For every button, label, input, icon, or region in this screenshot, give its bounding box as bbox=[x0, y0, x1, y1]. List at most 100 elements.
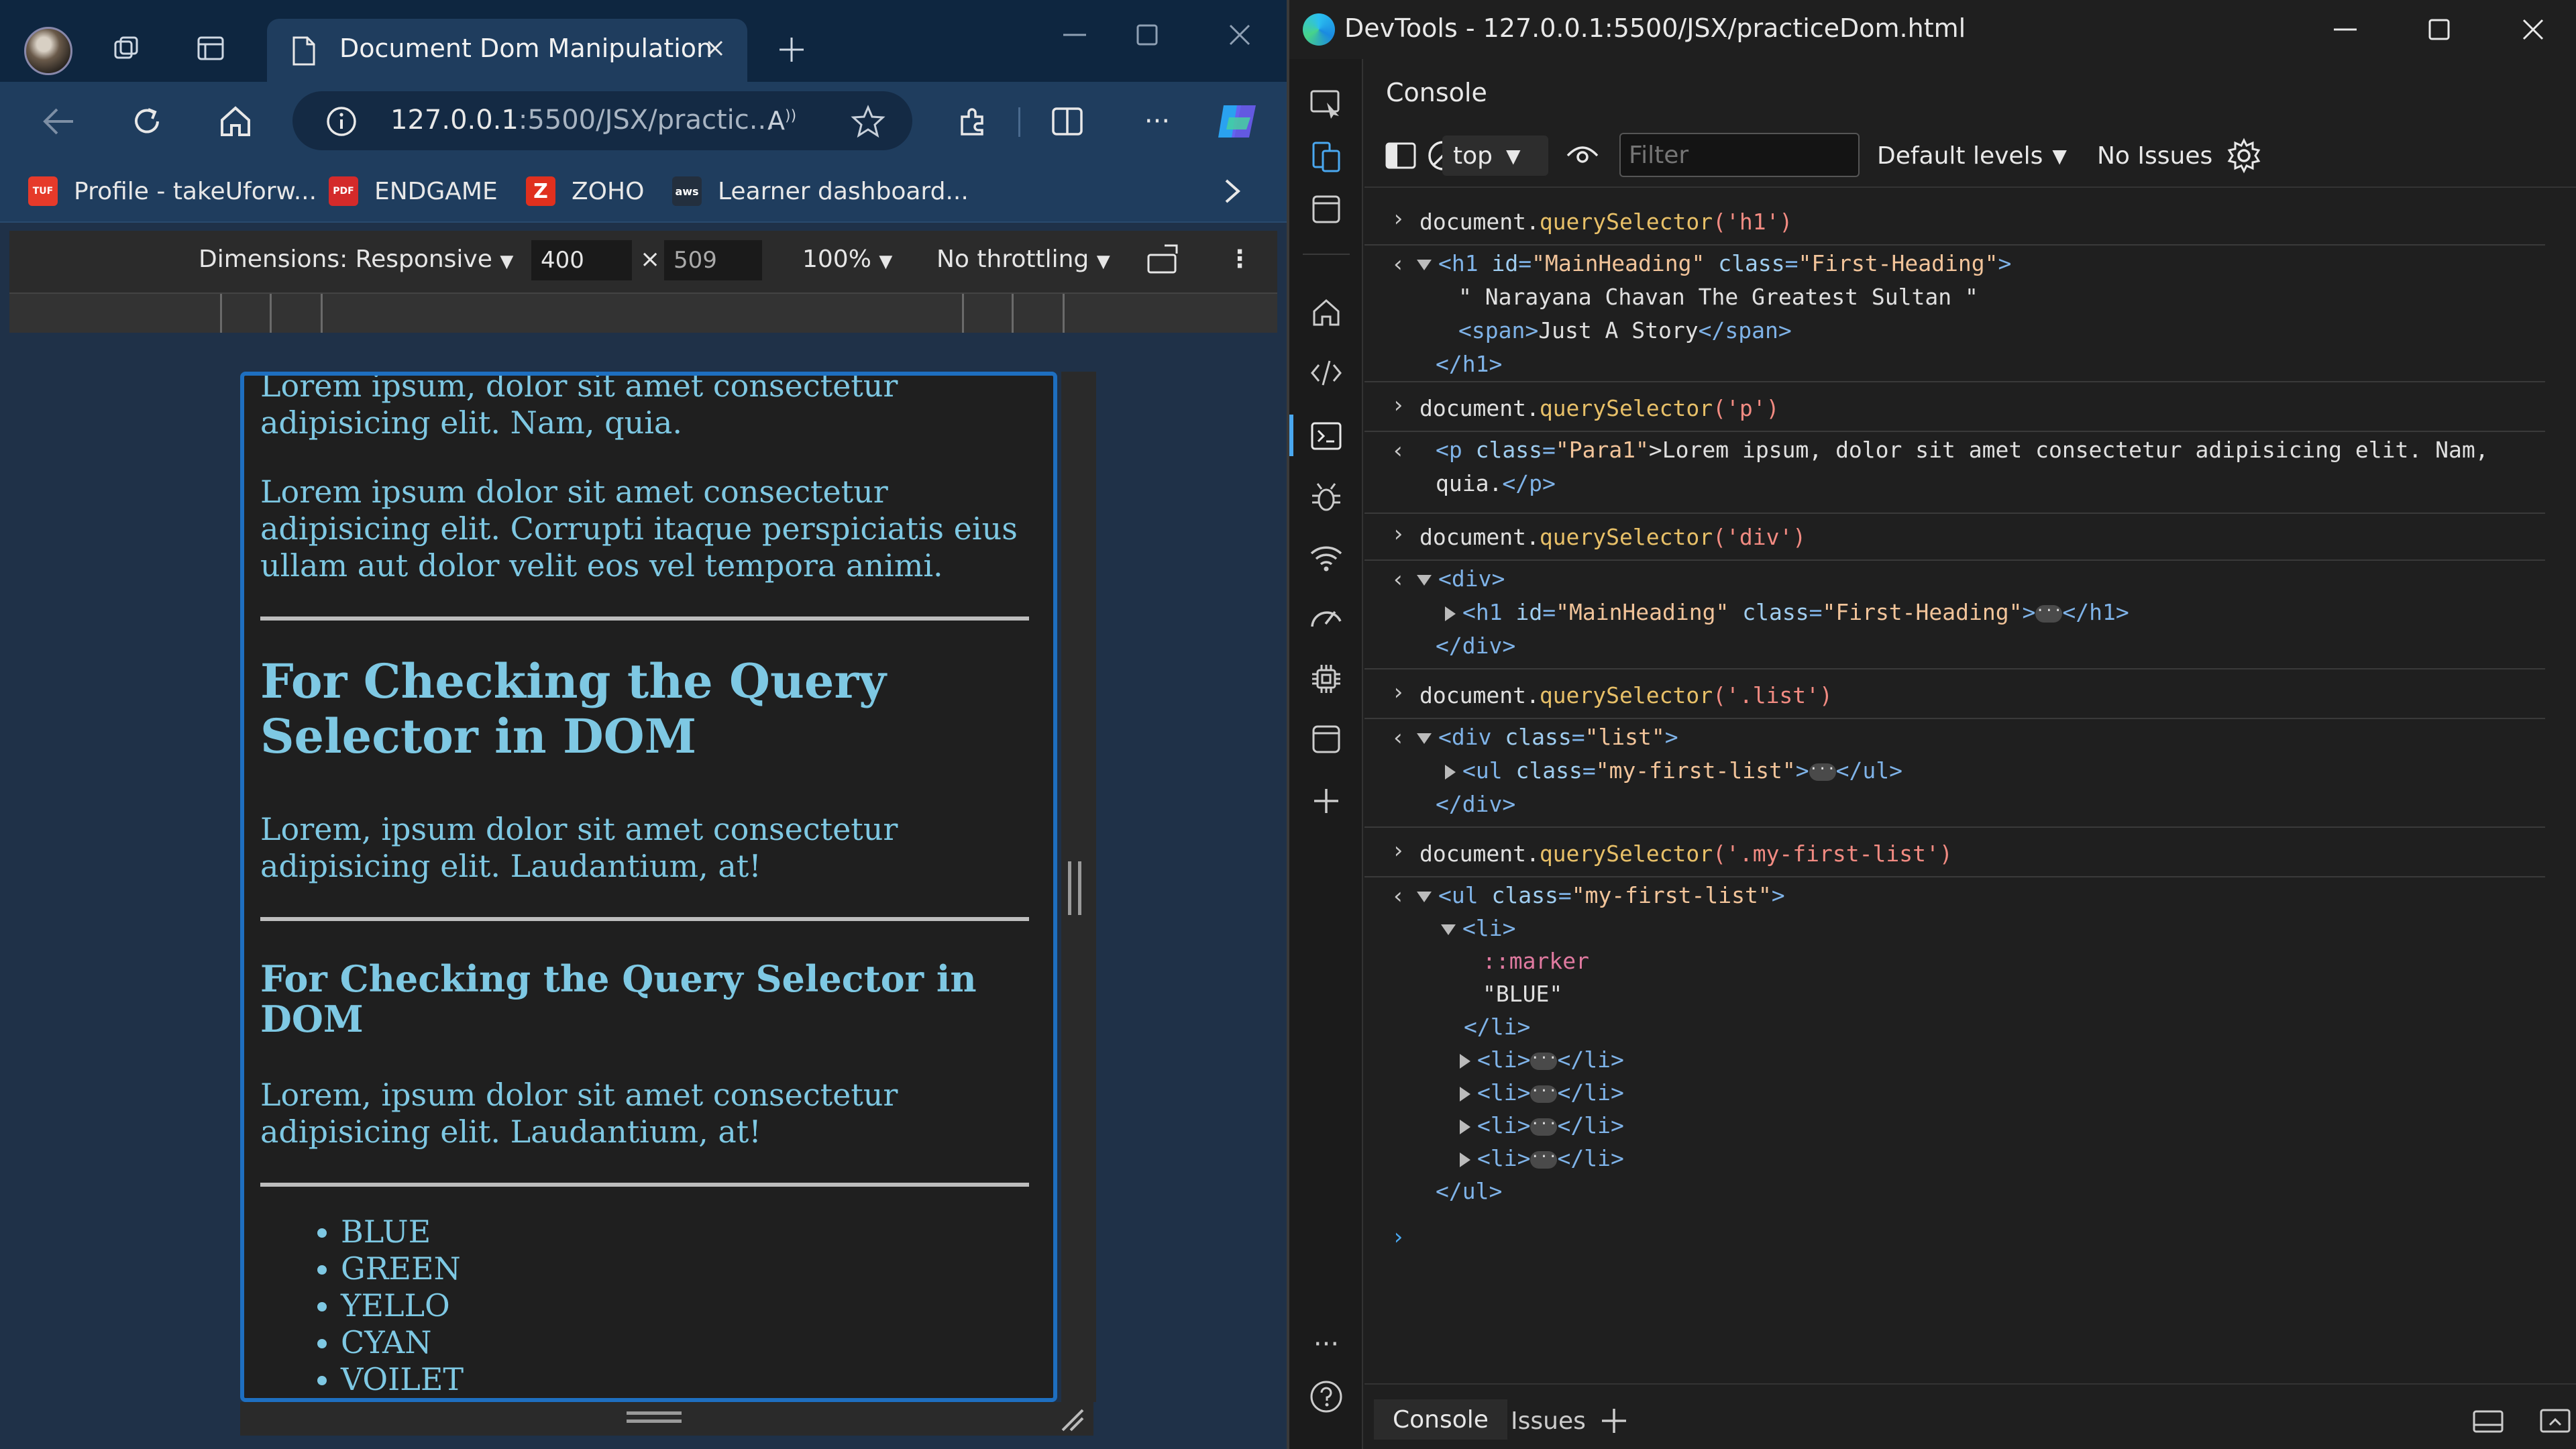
page-heading-h1: For Checking the Query Selector in DOM bbox=[260, 653, 886, 764]
home-icon[interactable] bbox=[212, 98, 259, 145]
console-command[interactable]: document.querySelector('h1') bbox=[1419, 205, 1792, 238]
more-tools-plus-icon[interactable] bbox=[1307, 782, 1345, 820]
tree-node-span[interactable]: <span>Just A Story</span> bbox=[1458, 314, 1792, 347]
collapsed-triangle-icon[interactable] bbox=[1460, 1053, 1470, 1069]
device-height-input[interactable]: 509 bbox=[664, 240, 762, 280]
device-emulation-icon[interactable] bbox=[1307, 138, 1345, 176]
collapsed-triangle-icon[interactable] bbox=[1460, 1086, 1470, 1102]
corner-resize-icon[interactable] bbox=[1059, 1406, 1085, 1436]
ellipsis-badge[interactable]: ··· bbox=[1530, 1149, 1558, 1169]
bookmark-item[interactable]: aws Learner dashboard... bbox=[672, 174, 969, 208]
bookmark-item[interactable]: TUF Profile - takeUforw... bbox=[28, 174, 317, 208]
zoom-dropdown[interactable]: 100% ▼ bbox=[802, 246, 892, 273]
favorites-overflow-icon[interactable] bbox=[1222, 174, 1242, 208]
more-menu-icon[interactable]: ··· bbox=[1134, 98, 1181, 145]
ellipsis-badge[interactable]: ··· bbox=[1530, 1051, 1558, 1070]
log-levels-dropdown[interactable]: Default levels ▼ bbox=[1877, 136, 2067, 176]
drawer-tab-console[interactable]: Console bbox=[1374, 1399, 1507, 1442]
add-drawer-tab-icon[interactable] bbox=[1580, 1399, 1648, 1442]
bookmark-item[interactable]: Z ZOHO bbox=[526, 174, 644, 208]
expand-triangle-icon[interactable] bbox=[1441, 924, 1456, 935]
dimensions-dropdown[interactable]: Dimensions: Responsive ▼ bbox=[199, 246, 513, 273]
tree-node-li[interactable]: <li>···</li> bbox=[1460, 1043, 1624, 1076]
inspect-element-icon[interactable] bbox=[1307, 86, 1345, 123]
devtools-maximize-icon[interactable] bbox=[2412, 9, 2466, 50]
toggle-drawer-icon[interactable] bbox=[2520, 1399, 2576, 1442]
tree-node-li[interactable]: <li> bbox=[1441, 912, 1515, 945]
resize-grip-icon[interactable] bbox=[1068, 861, 1081, 915]
filter-input[interactable] bbox=[1619, 133, 1860, 177]
console-settings-gear-icon[interactable] bbox=[2226, 136, 2262, 176]
refresh-icon[interactable] bbox=[123, 98, 170, 145]
welcome-panel-icon[interactable] bbox=[1307, 191, 1345, 228]
rotate-icon[interactable] bbox=[1146, 243, 1183, 284]
tree-node-div[interactable]: <div> bbox=[1417, 562, 1505, 595]
console-command[interactable]: document.querySelector('.list') bbox=[1419, 679, 1833, 712]
minimize-icon[interactable] bbox=[1048, 15, 1102, 55]
context-select[interactable]: top ▼ bbox=[1442, 136, 1548, 176]
extensions-icon[interactable] bbox=[949, 98, 996, 145]
tree-node-li[interactable]: <li>···</li> bbox=[1460, 1076, 1624, 1109]
ellipsis-badge[interactable]: ··· bbox=[1530, 1116, 1558, 1136]
info-icon[interactable] bbox=[325, 105, 358, 141]
memory-chip-icon[interactable] bbox=[1307, 660, 1345, 698]
tree-node-ul[interactable]: <ul class="my-first-list">···</ul> bbox=[1445, 754, 1902, 787]
throttling-dropdown[interactable]: No throttling ▼ bbox=[936, 246, 1110, 273]
collapsed-triangle-icon[interactable] bbox=[1445, 606, 1456, 621]
url-text[interactable]: 127.0.0.1:5500/JSX/practic... bbox=[390, 105, 775, 136]
collapsed-triangle-icon[interactable] bbox=[1460, 1152, 1470, 1167]
devtools-close-icon[interactable] bbox=[2506, 9, 2560, 50]
ellipsis-badge[interactable]: ··· bbox=[2035, 603, 2063, 623]
bottom-resize-handle[interactable] bbox=[240, 1402, 1093, 1436]
issues-count-button[interactable]: No Issues bbox=[2097, 136, 2212, 176]
console-prompt-icon[interactable]: › bbox=[1391, 1224, 1405, 1250]
back-icon[interactable] bbox=[35, 98, 82, 145]
collapsed-triangle-icon[interactable] bbox=[1445, 764, 1456, 780]
read-aloud-icon[interactable]: A)) bbox=[767, 106, 796, 136]
expand-triangle-icon[interactable] bbox=[1417, 574, 1432, 586]
close-window-icon[interactable] bbox=[1213, 15, 1267, 55]
expand-triangle-icon[interactable] bbox=[1417, 259, 1432, 270]
device-more-icon[interactable]: ⋮ bbox=[1228, 246, 1252, 273]
tree-node-p[interactable]: <p class="Para1">Lorem ipsum, dolor sit … bbox=[1436, 433, 2489, 466]
workspaces-icon[interactable] bbox=[106, 28, 146, 68]
tree-node-h1[interactable]: <h1 id="MainHeading" class="First-Headin… bbox=[1445, 596, 2129, 629]
console-command[interactable]: document.querySelector('.my-first-list') bbox=[1419, 837, 1953, 870]
sidebar-home-icon[interactable] bbox=[1307, 294, 1345, 331]
profile-avatar[interactable] bbox=[24, 27, 72, 75]
tree-node-ul[interactable]: <ul class="my-first-list"> bbox=[1417, 879, 1785, 912]
bookmark-item[interactable]: PDF ENDGAME bbox=[329, 174, 498, 208]
console-icon[interactable] bbox=[1307, 417, 1345, 455]
new-tab-icon[interactable] bbox=[771, 30, 812, 70]
ellipsis-badge[interactable]: ··· bbox=[1530, 1083, 1558, 1103]
console-command[interactable]: document.querySelector('div') bbox=[1419, 521, 1806, 553]
ellipsis-badge[interactable]: ··· bbox=[1809, 761, 1836, 781]
expand-triangle-icon[interactable] bbox=[1417, 733, 1432, 744]
dock-to-bottom-icon[interactable] bbox=[2453, 1399, 2524, 1442]
devtools-minimize-icon[interactable] bbox=[2318, 9, 2372, 50]
sources-bug-icon[interactable] bbox=[1307, 479, 1345, 517]
application-icon[interactable] bbox=[1307, 720, 1345, 758]
sidebar-more-icon[interactable]: ··· bbox=[1307, 1326, 1345, 1363]
live-expression-eye-icon[interactable] bbox=[1566, 136, 1599, 176]
expand-triangle-icon[interactable] bbox=[1417, 891, 1432, 902]
console-command[interactable]: document.querySelector('p') bbox=[1419, 392, 1779, 425]
close-tab-icon[interactable] bbox=[699, 32, 731, 64]
tab-active[interactable]: Document Dom Manipulation bbox=[267, 19, 747, 82]
tree-node-li[interactable]: <li>···</li> bbox=[1460, 1142, 1624, 1175]
address-bar[interactable]: 127.0.0.1:5500/JSX/practic... A)) bbox=[292, 91, 912, 150]
tree-node-div[interactable]: <div class="list"> bbox=[1417, 720, 1678, 753]
maximize-icon[interactable] bbox=[1120, 15, 1174, 55]
favorite-star-icon[interactable] bbox=[851, 105, 885, 141]
performance-icon[interactable] bbox=[1307, 600, 1345, 637]
elements-icon[interactable] bbox=[1307, 354, 1345, 392]
help-icon[interactable] bbox=[1307, 1378, 1345, 1415]
copilot-icon[interactable] bbox=[1214, 98, 1261, 145]
tree-node-h1[interactable]: <h1 id="MainHeading" class="First-Headin… bbox=[1417, 247, 2011, 280]
network-wifi-icon[interactable] bbox=[1307, 539, 1345, 577]
split-screen-icon[interactable] bbox=[1044, 98, 1091, 145]
tree-node-li[interactable]: <li>···</li> bbox=[1460, 1109, 1624, 1142]
collapsed-triangle-icon[interactable] bbox=[1460, 1119, 1470, 1134]
device-width-input[interactable]: 400 bbox=[531, 240, 632, 280]
tab-actions-icon[interactable] bbox=[191, 28, 231, 68]
